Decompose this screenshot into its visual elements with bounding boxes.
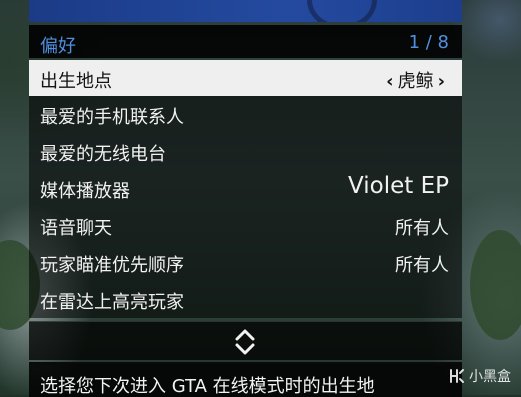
menu-item-label: 玩家瞄准优先顺序 <box>40 255 184 276</box>
menu-item-value: Violet EP <box>348 173 449 199</box>
menu-counter: 1 / 8 <box>408 32 449 53</box>
watermark-text: 小黑盒 <box>469 369 511 385</box>
menu-item-label: 最爱的无线电台 <box>40 144 166 165</box>
menu-banner <box>29 0 462 22</box>
arrow-right-icon[interactable]: › <box>434 71 449 92</box>
menu-item-favorite-contact[interactable]: 最爱的手机联系人 <box>29 96 462 133</box>
menu-item-voice-chat[interactable]: 语音聊天 所有人 <box>29 207 462 244</box>
menu-item-spawn-location[interactable]: 出生地点 ‹ 虎鲸 › <box>29 60 462 96</box>
menu-item-label: 在雷达上高亮玩家 <box>40 292 184 313</box>
menu-item-value: ‹ 虎鲸 › <box>382 67 449 93</box>
menu-header: 偏好 1 / 8 <box>29 25 462 58</box>
menu-item-media-player[interactable]: 媒体播放器 Violet EP <box>29 170 462 207</box>
xiaoheihe-logo-icon <box>450 369 464 383</box>
menu-item-label: 语音聊天 <box>40 218 112 239</box>
menu-title: 偏好 <box>40 36 76 57</box>
background-foliage <box>470 230 521 340</box>
menu-description: 选择您下次进入 GTA 在线模式时的出生地 <box>29 362 462 397</box>
menu-item-value: 所有人 <box>395 255 449 276</box>
watermark: 小黑盒 <box>447 366 511 386</box>
spawn-location-value: 虎鲸 <box>397 71 434 92</box>
menu-item-label: 出生地点 <box>40 71 112 92</box>
pause-menu: 偏好 1 / 8 出生地点 ‹ 虎鲸 › 最爱的手机联系人 最爱的无线电台 媒体播放… <box>29 0 462 397</box>
scroll-up-down-icon <box>235 329 255 355</box>
menu-item-aim-priority[interactable]: 玩家瞄准优先顺序 所有人 <box>29 244 462 281</box>
banner-emblem-icon <box>307 0 377 22</box>
menu-item-value: 所有人 <box>395 218 449 239</box>
description-text: 选择您下次进入 GTA 在线模式时的出生地 <box>40 376 375 397</box>
menu-item-highlight-players[interactable]: 在雷达上高亮玩家 <box>29 281 462 318</box>
menu-item-label: 最爱的手机联系人 <box>40 107 184 128</box>
menu-list: 出生地点 ‹ 虎鲸 › 最爱的手机联系人 最爱的无线电台 媒体播放器 Violet … <box>29 60 462 318</box>
arrow-left-icon[interactable]: ‹ <box>382 71 397 92</box>
menu-item-label: 媒体播放器 <box>40 181 130 202</box>
scroll-indicator[interactable] <box>29 321 462 360</box>
menu-item-favorite-radio[interactable]: 最爱的无线电台 <box>29 133 462 170</box>
